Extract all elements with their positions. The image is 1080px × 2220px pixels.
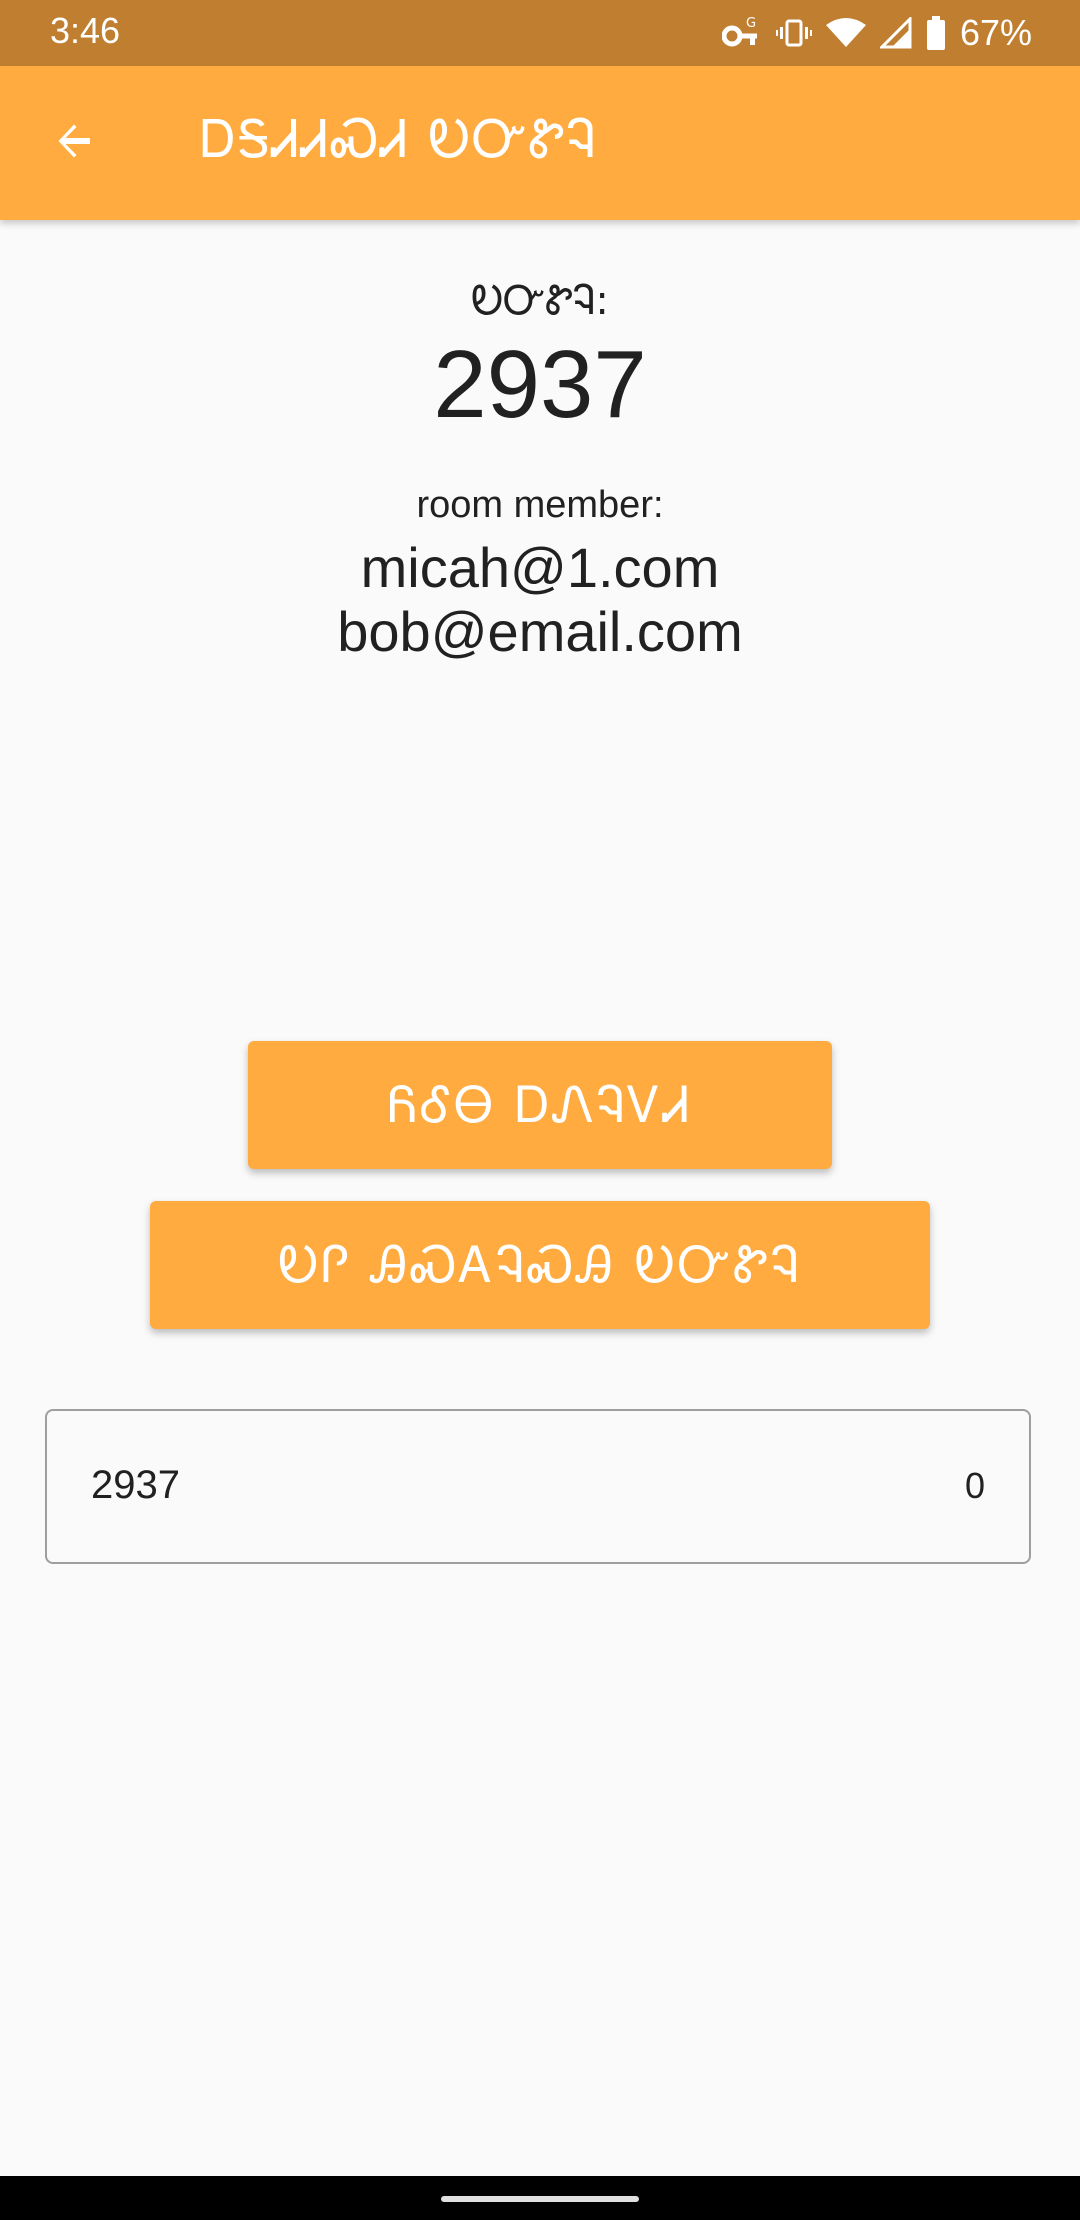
- room-code: 2937: [433, 331, 647, 438]
- svg-text:G: G: [746, 16, 756, 31]
- page-title: ᎠᎦᏗᏗᏍᏗ ᎧᏅᏑᎸ: [200, 110, 598, 170]
- member-item: bob@email.com: [337, 600, 743, 663]
- battery-percent: 67%: [959, 12, 1032, 53]
- vibrate-icon: [775, 17, 812, 49]
- status-bar: 3:46 G 67%: [0, 0, 1080, 66]
- status-icons: G 67%: [721, 10, 1032, 56]
- vpn-key-icon: G: [721, 16, 762, 50]
- app-bar: ᎠᎦᏗᏗᏍᏗ ᎧᏅᏑᎸ: [0, 66, 1080, 220]
- wifi-icon: [825, 17, 866, 49]
- navigation-bar: [0, 2176, 1080, 2220]
- secondary-action-button[interactable]: ᎧᎵ ᎯᏍᎪᎸᏍᎯ ᎧᏅᏑᎸ: [150, 1201, 930, 1329]
- room-label: ᎧᏅᏑᎸ:: [471, 278, 609, 324]
- room-code-field[interactable]: 2937 0: [45, 1409, 1031, 1564]
- room-code-field-value: 2937: [91, 1463, 180, 1507]
- signal-icon: [879, 17, 912, 49]
- character-counter: 0: [964, 1465, 985, 1506]
- members-label: room member:: [416, 484, 664, 526]
- primary-action-button[interactable]: ᏲᎴᎾ ᎠᏁᎸᏙᏗ: [248, 1041, 832, 1169]
- member-item: micah@1.com: [360, 536, 720, 599]
- status-time: 3:46: [50, 10, 121, 51]
- arrow-back-icon: [50, 117, 98, 170]
- home-handle[interactable]: [441, 2196, 639, 2202]
- battery-icon: [926, 16, 946, 50]
- back-button[interactable]: [40, 109, 108, 177]
